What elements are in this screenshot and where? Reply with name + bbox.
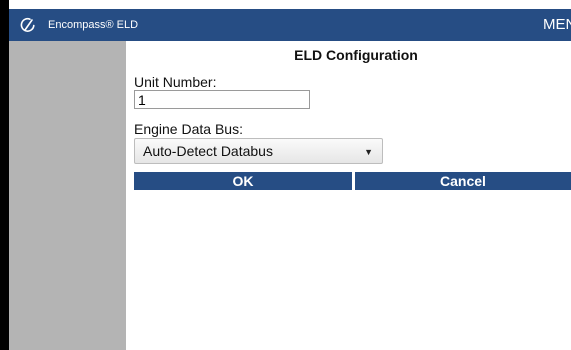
app-title: Encompass® ELD [48, 19, 139, 31]
cancel-button[interactable]: Cancel [355, 172, 571, 190]
menu-button[interactable]: MENU [543, 9, 571, 41]
app-window: Encompass® ELD MENU ELD Configuration Un… [0, 0, 571, 350]
engine-data-bus-select[interactable]: Auto-Detect Databus ▼ [134, 138, 383, 164]
engine-data-bus-label: Engine Data Bus: [134, 121, 243, 137]
window-edge [0, 0, 9, 350]
unit-number-input[interactable] [134, 90, 310, 109]
encompass-logo-icon [20, 17, 36, 33]
page-title: ELD Configuration [294, 47, 418, 63]
sidebar [9, 41, 126, 350]
main-content: ELD Configuration Unit Number: Engine Da… [126, 41, 571, 350]
dropdown-caret-icon: ▼ [364, 147, 373, 157]
engine-data-bus-value: Auto-Detect Databus [143, 143, 273, 159]
ok-button[interactable]: OK [134, 172, 352, 190]
title-bar: Encompass® ELD MENU [9, 9, 571, 41]
unit-number-label: Unit Number: [134, 74, 217, 90]
